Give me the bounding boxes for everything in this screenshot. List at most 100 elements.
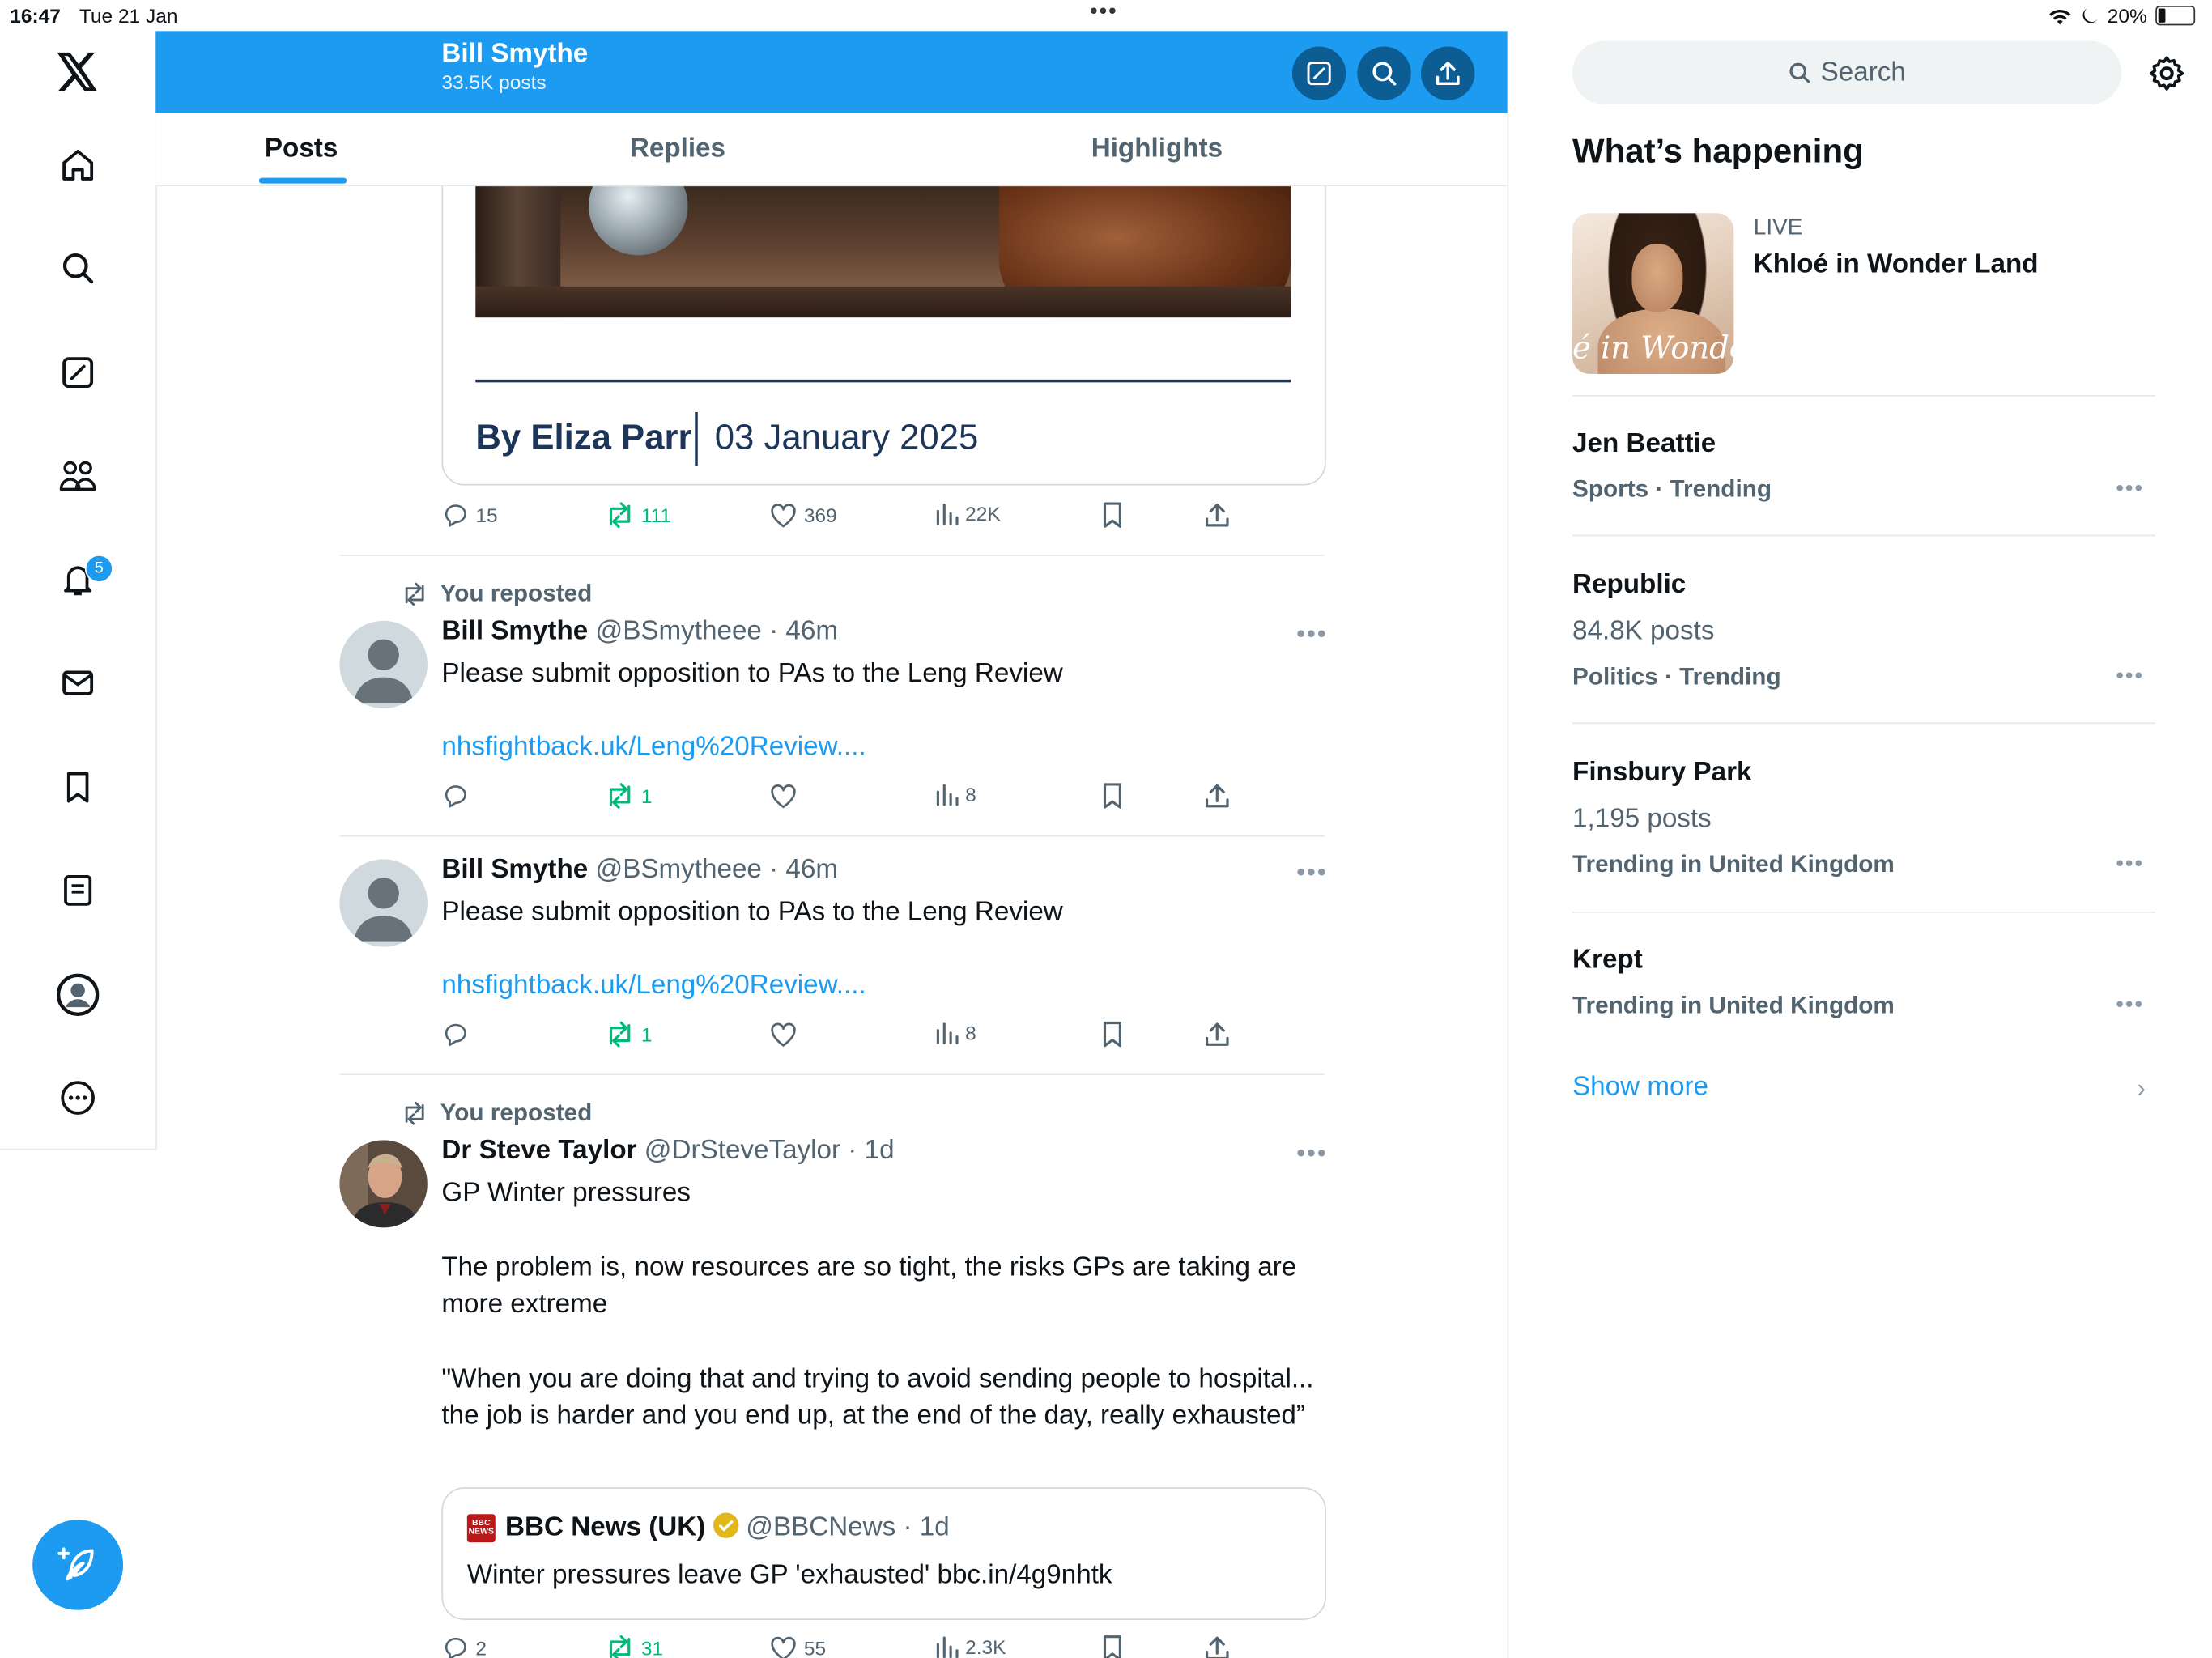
live-event-title[interactable]: Khloé in Wonder Land bbox=[1754, 250, 2039, 281]
author-handle-time[interactable]: @BSmytheee · 46m bbox=[595, 617, 838, 647]
avatar-photo[interactable] bbox=[339, 1140, 428, 1228]
author-name[interactable]: Bill Smythe bbox=[441, 855, 588, 885]
trend-name[interactable]: Republic bbox=[1572, 570, 1686, 601]
share-button[interactable] bbox=[1203, 1020, 1231, 1048]
avatar[interactable] bbox=[339, 620, 428, 708]
profile-search-button[interactable] bbox=[1357, 46, 1411, 100]
views-count: 8 bbox=[965, 1021, 976, 1044]
tab-posts[interactable]: Posts bbox=[265, 134, 338, 165]
quote-handle-time[interactable]: @BBCNews · 1d bbox=[746, 1512, 950, 1542]
post-text-paragraph2: The problem is, now resources are so tig… bbox=[441, 1252, 1297, 1320]
views-button[interactable]: 22K bbox=[934, 501, 1001, 526]
author-name[interactable]: Dr Steve Taylor bbox=[441, 1136, 636, 1166]
share-button[interactable] bbox=[1203, 501, 1231, 529]
bookmark-button[interactable] bbox=[1100, 501, 1125, 529]
like-button[interactable] bbox=[768, 782, 804, 810]
share-button[interactable] bbox=[1203, 1634, 1231, 1658]
compose-grok-icon[interactable] bbox=[57, 351, 99, 393]
lists-icon[interactable] bbox=[57, 869, 99, 912]
grok-button[interactable] bbox=[1291, 46, 1346, 100]
post-text-line1: GP Winter pressures bbox=[441, 1178, 691, 1209]
reply-button[interactable]: 15 bbox=[441, 501, 498, 529]
bookmark-icon bbox=[1103, 1021, 1121, 1048]
author-handle-time[interactable]: @BSmytheee · 46m bbox=[595, 855, 838, 885]
post-header[interactable]: Bill Smythe @BSmytheee · 46m bbox=[441, 855, 838, 886]
views-button[interactable]: 8 bbox=[934, 782, 976, 807]
quoted-post[interactable] bbox=[441, 1487, 1326, 1620]
trend-more-icon[interactable]: ••• bbox=[2116, 993, 2144, 1018]
card-rule bbox=[475, 379, 1291, 383]
quote-author-name[interactable]: BBC News (UK) bbox=[505, 1512, 705, 1542]
card-image-gavel-stethoscope[interactable] bbox=[475, 185, 1291, 318]
repost-button[interactable]: 1 bbox=[604, 1020, 652, 1048]
moon-icon bbox=[2082, 7, 2098, 23]
post-more-icon[interactable]: ••• bbox=[1296, 1139, 1327, 1169]
bookmark-button[interactable] bbox=[1100, 1020, 1125, 1048]
like-count: 55 bbox=[803, 1636, 827, 1658]
repost-button[interactable]: 1 bbox=[604, 782, 652, 810]
avatar[interactable] bbox=[339, 859, 428, 947]
trend-divider bbox=[1572, 911, 2156, 913]
reply-button[interactable] bbox=[441, 1020, 475, 1048]
chevron-right-icon[interactable]: › bbox=[2137, 1073, 2145, 1103]
tab-highlights[interactable]: Highlights bbox=[1091, 134, 1223, 165]
post-header[interactable]: Bill Smythe @BSmytheee · 46m bbox=[441, 617, 838, 648]
post-link[interactable]: nhsfightback.uk/Leng%20Review.... bbox=[441, 971, 866, 1001]
bookmarks-icon[interactable] bbox=[57, 766, 99, 808]
thumbnail-text: é in Wonder L bbox=[1572, 331, 1733, 368]
show-more-link[interactable]: Show more bbox=[1572, 1073, 1708, 1103]
trend-more-icon[interactable]: ••• bbox=[2116, 852, 2144, 878]
trend-name[interactable]: Finsbury Park bbox=[1572, 758, 1752, 789]
compose-post-button[interactable] bbox=[32, 1520, 124, 1610]
search-placeholder: Search bbox=[1820, 57, 1906, 87]
author-name[interactable]: Bill Smythe bbox=[441, 617, 588, 647]
reply-button[interactable]: 2 bbox=[441, 1634, 487, 1658]
like-button[interactable]: 369 bbox=[768, 501, 837, 529]
repost-count: 111 bbox=[640, 504, 672, 527]
post-header[interactable]: Dr Steve Taylor @DrSteveTaylor · 1d bbox=[441, 1136, 894, 1167]
home-icon[interactable] bbox=[57, 144, 99, 186]
quote-header[interactable]: BBC News (UK) @BBCNews · 1d bbox=[505, 1512, 950, 1543]
views-button[interactable]: 2.3K bbox=[934, 1634, 1006, 1658]
settings-gear-icon[interactable] bbox=[2147, 53, 2187, 93]
views-count: 8 bbox=[965, 783, 976, 806]
live-event-thumbnail[interactable]: é in Wonder L bbox=[1572, 213, 1734, 374]
repost-icon bbox=[609, 1021, 631, 1048]
share-button[interactable] bbox=[1203, 782, 1231, 810]
messages-envelope-icon[interactable] bbox=[57, 661, 99, 704]
profile-share-button[interactable] bbox=[1420, 46, 1475, 100]
repost-button[interactable]: 111 bbox=[604, 501, 671, 529]
status-indicators: 20% bbox=[2048, 4, 2196, 27]
repost-label-text: You reposted bbox=[440, 1099, 593, 1126]
trend-more-icon[interactable]: ••• bbox=[2116, 665, 2144, 690]
bookmark-button[interactable] bbox=[1100, 782, 1125, 810]
trend-more-icon[interactable]: ••• bbox=[2116, 477, 2144, 502]
post-more-icon[interactable]: ••• bbox=[1296, 858, 1327, 888]
nav-divider bbox=[0, 1148, 156, 1150]
x-logo-icon[interactable] bbox=[57, 51, 99, 93]
post-more-icon[interactable]: ••• bbox=[1296, 619, 1327, 649]
tab-replies[interactable]: Replies bbox=[630, 134, 725, 165]
post-link[interactable]: nhsfightback.uk/Leng%20Review.... bbox=[441, 733, 866, 763]
views-button[interactable]: 8 bbox=[934, 1020, 976, 1045]
reply-button[interactable] bbox=[441, 782, 475, 810]
reply-count: 15 bbox=[475, 504, 498, 527]
profile-tabs bbox=[155, 113, 1508, 187]
trend-name[interactable]: Jen Beattie bbox=[1572, 429, 1716, 460]
like-button[interactable]: 55 bbox=[768, 1634, 826, 1658]
search-input[interactable]: Search bbox=[1572, 40, 2122, 104]
bookmark-button[interactable] bbox=[1100, 1634, 1125, 1658]
repost-small-icon bbox=[405, 582, 424, 606]
profile-avatar-icon[interactable] bbox=[56, 973, 100, 1016]
search-icon[interactable] bbox=[57, 247, 99, 289]
communities-icon[interactable] bbox=[57, 454, 99, 496]
trend-name[interactable]: Krept bbox=[1572, 946, 1643, 976]
repost-button[interactable]: 31 bbox=[604, 1634, 663, 1658]
multitask-dots-icon[interactable]: ••• bbox=[1090, 0, 1118, 25]
quote-text: Winter pressures leave GP 'exhausted' bb… bbox=[466, 1560, 1112, 1591]
like-button[interactable] bbox=[768, 1020, 804, 1048]
more-options-icon[interactable] bbox=[57, 1077, 99, 1119]
author-handle-time[interactable]: @DrSteveTaylor · 1d bbox=[644, 1136, 895, 1166]
trend-divider bbox=[1572, 534, 2156, 537]
feather-plus-icon bbox=[57, 1547, 94, 1581]
